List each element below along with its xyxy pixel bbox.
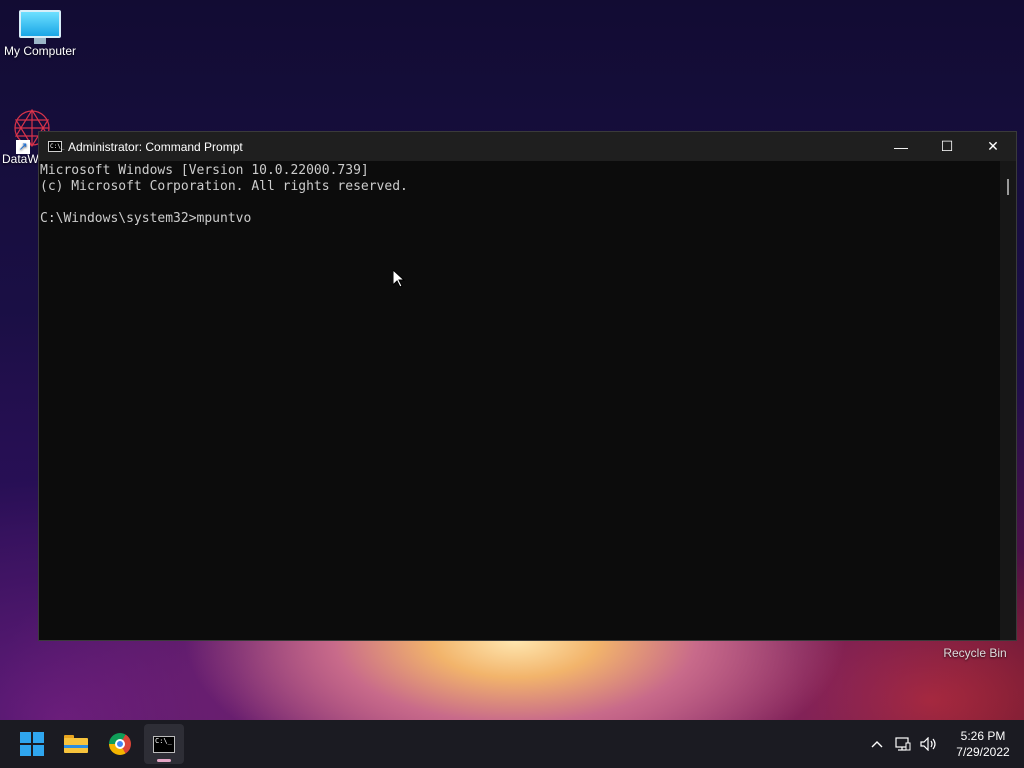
command-prompt-window[interactable]: C:\_ Administrator: Command Prompt — ☐ ✕… xyxy=(38,131,1017,641)
vertical-scrollbar[interactable] xyxy=(1000,161,1016,640)
taskbar-command-prompt[interactable]: C:\_ xyxy=(144,724,184,764)
console-line: Microsoft Windows [Version 10.0.22000.73… xyxy=(40,163,369,178)
minimize-button[interactable]: — xyxy=(878,132,924,161)
taskbar-clock[interactable]: 5:26 PM 7/29/2022 xyxy=(946,728,1020,760)
mouse-cursor-icon xyxy=(393,270,405,288)
computer-icon xyxy=(19,10,61,44)
window-title: Administrator: Command Prompt xyxy=(68,139,243,154)
show-hidden-icons-chevron-icon[interactable] xyxy=(864,729,890,759)
taskbar: C:\_ 5:26 PM 7/29/2022 xyxy=(0,720,1024,768)
chrome-icon xyxy=(109,733,131,755)
windows-logo-icon xyxy=(20,732,44,756)
desktop-icon-my-computer[interactable]: My Computer xyxy=(0,10,80,58)
console-output[interactable]: Microsoft Windows [Version 10.0.22000.73… xyxy=(39,161,1000,640)
start-button[interactable] xyxy=(12,724,52,764)
desktop-icon-recycle-bin[interactable]: Recycle Bin xyxy=(940,646,1010,660)
console-prompt-line: C:\Windows\system32>mpuntvo xyxy=(40,211,252,226)
folder-icon xyxy=(64,735,88,753)
system-tray: 5:26 PM 7/29/2022 xyxy=(864,720,1024,768)
network-icon[interactable] xyxy=(890,729,916,759)
clock-time: 5:26 PM xyxy=(960,729,1006,743)
shortcut-arrow-icon: ↗ xyxy=(16,140,30,154)
console-line: (c) Microsoft Corporation. All rights re… xyxy=(40,179,408,194)
cmd-icon: C:\_ xyxy=(48,141,65,152)
maximize-button[interactable]: ☐ xyxy=(924,132,970,161)
scrollbar-thumb[interactable] xyxy=(1007,179,1009,195)
close-button[interactable]: ✕ xyxy=(970,132,1016,161)
taskbar-file-explorer[interactable] xyxy=(56,724,96,764)
clock-date: 7/29/2022 xyxy=(956,745,1010,759)
volume-icon[interactable] xyxy=(916,729,942,759)
console-line: ​ xyxy=(40,195,1000,211)
desktop-icon-label: My Computer xyxy=(3,44,77,58)
window-titlebar[interactable]: C:\_ Administrator: Command Prompt — ☐ ✕ xyxy=(39,132,1016,161)
cmd-icon: C:\_ xyxy=(153,735,175,753)
taskbar-chrome[interactable] xyxy=(100,724,140,764)
